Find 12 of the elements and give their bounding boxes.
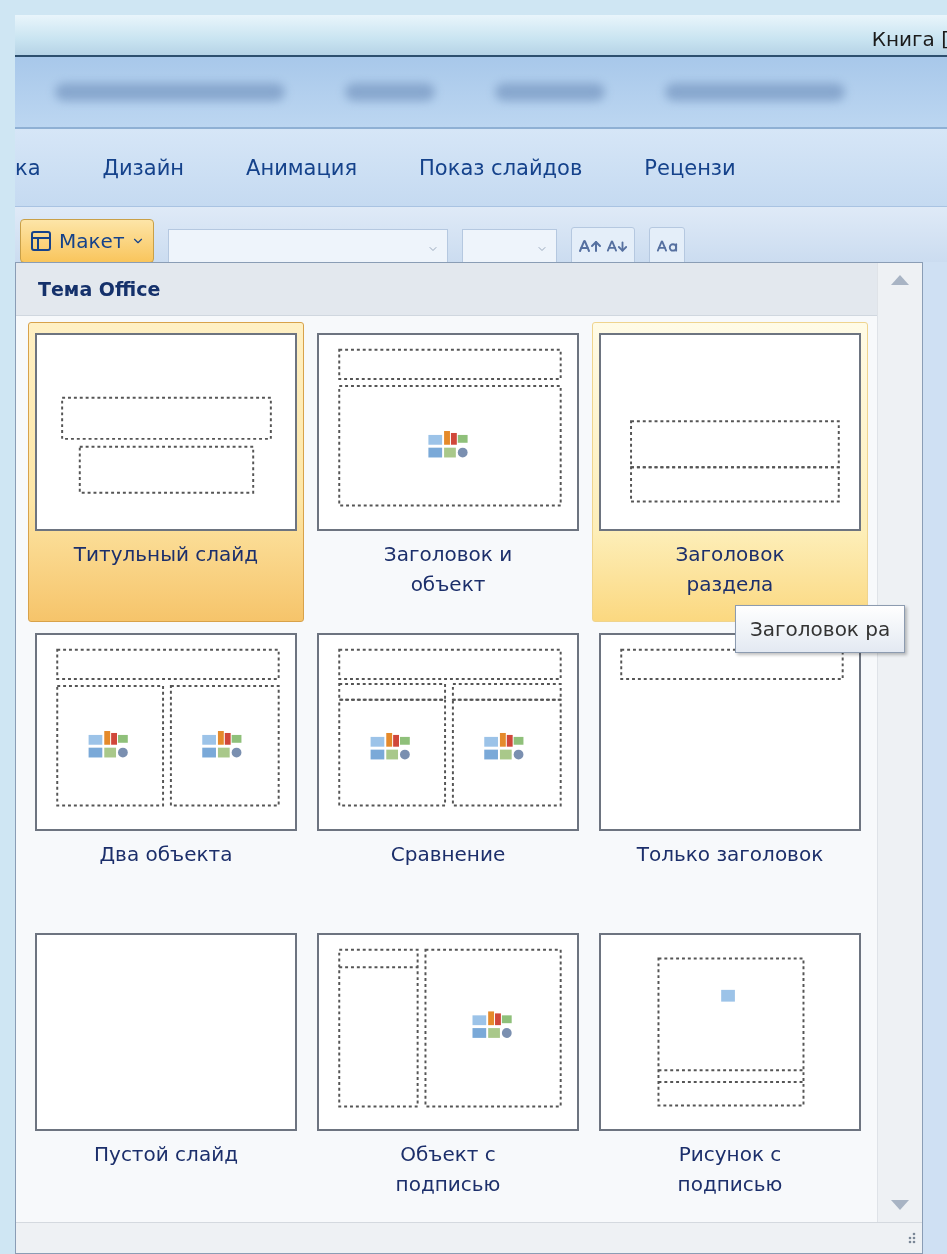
layout-label: Два объекта bbox=[99, 841, 233, 868]
tooltip: Заголовок ра bbox=[735, 605, 906, 653]
gallery-heading: Тема Office bbox=[16, 263, 877, 316]
layout-label: Сравнение bbox=[390, 841, 506, 868]
layout-label: Объект с подписью bbox=[395, 1141, 501, 1198]
layout-label: Пустой слайд bbox=[94, 1141, 238, 1168]
layout-label: Только заголовок bbox=[636, 841, 824, 868]
layout-label: Титульный слайд bbox=[73, 541, 259, 568]
layout-label: Заголовок раздела bbox=[675, 541, 785, 598]
layout-label: Заголовок и объект bbox=[383, 541, 513, 598]
layout-label: Рисунок с подписью bbox=[677, 1141, 783, 1198]
window-title: Книга [ bbox=[871, 27, 947, 51]
